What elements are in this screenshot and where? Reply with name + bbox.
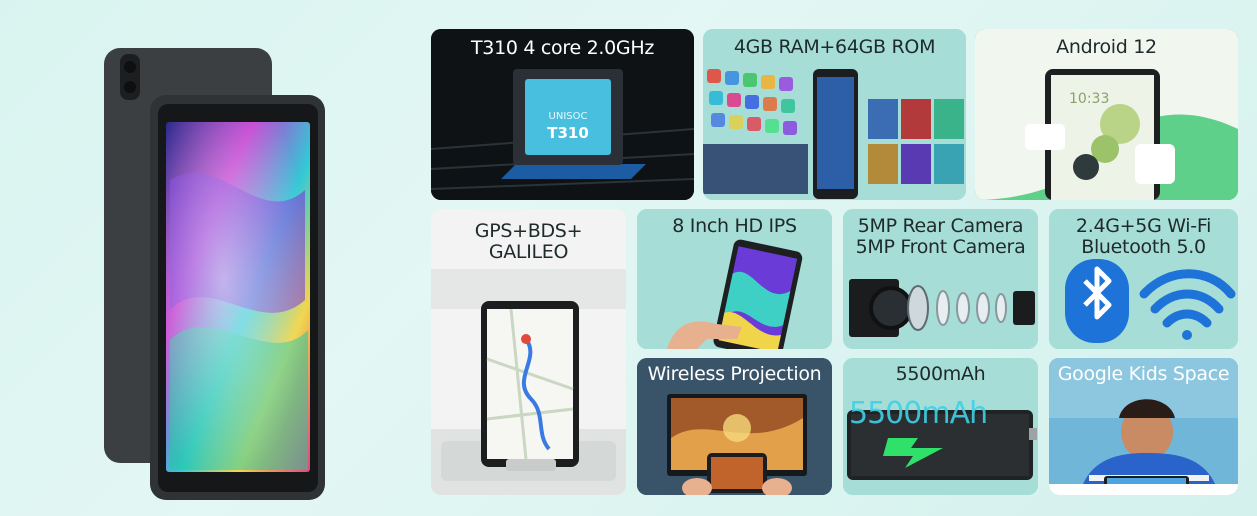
gps-label-line1: GPS+BDS+: [474, 220, 583, 242]
memory-label: 4GB RAM+64GB ROM: [733, 36, 936, 58]
bluetooth-icon: [1065, 259, 1129, 343]
tile-wireless: 2.4G+5G Wi-Fi Bluetooth 5.0: [1049, 209, 1238, 349]
battery-overlay-text: 5500mAh: [849, 396, 988, 431]
chip-brand: UNISOC: [548, 111, 588, 122]
chip-model: T310: [547, 124, 589, 142]
gps-label-line2: GALILEO: [488, 241, 569, 263]
tile-battery: 5500mAh 5500mAh: [843, 358, 1038, 495]
tile-memory: 4GB RAM+64GB ROM: [703, 29, 966, 200]
processor-label: T310 4 core 2.0GHz: [470, 37, 655, 59]
camera-label-line2: 5MP Front Camera: [855, 236, 1026, 258]
camera-label-line1: 5MP Rear Camera: [857, 215, 1024, 237]
tile-gps: GPS+BDS+ GALILEO: [431, 209, 626, 495]
android-label: Android 12: [1056, 36, 1157, 58]
hero-tablet-image: [90, 40, 340, 505]
tile-processor: T310 4 core 2.0GHz UNISOC T310: [431, 29, 694, 200]
battery-label: 5500mAh: [895, 363, 986, 385]
display-label: 8 Inch HD IPS: [672, 215, 797, 237]
tile-kids: Google Kids Space: [1049, 358, 1238, 495]
android-clock: 10:33: [1069, 91, 1110, 107]
wireless-label-line1: 2.4G+5G Wi-Fi: [1075, 215, 1212, 237]
tile-display: 8 Inch HD IPS: [637, 209, 832, 349]
product-feature-banner: T310 4 core 2.0GHz UNISOC T310 4GB RAM+6…: [0, 0, 1257, 516]
wireless-label-line2: Bluetooth 5.0: [1081, 236, 1206, 258]
tile-android: Android 12 10:33: [975, 29, 1238, 200]
projection-label: Wireless Projection: [647, 363, 822, 385]
tile-camera: 5MP Rear Camera 5MP Front Camera: [843, 209, 1038, 349]
kids-label: Google Kids Space: [1057, 363, 1230, 385]
tile-projection: Wireless Projection: [637, 358, 832, 495]
